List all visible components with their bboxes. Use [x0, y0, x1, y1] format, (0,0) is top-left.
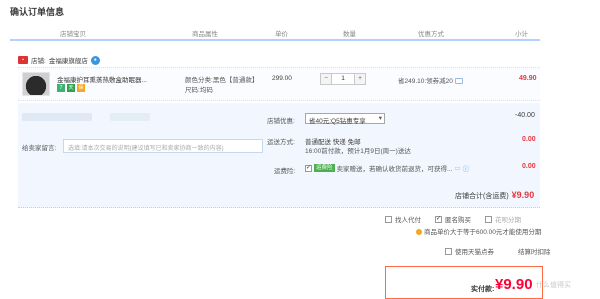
item-subtotal: 49.90 [519, 75, 537, 82]
unit-price: 299.00 [272, 75, 292, 82]
item-thumbnail[interactable] [22, 72, 50, 96]
sku-size: 尺码:均码 [185, 87, 213, 94]
insurance-label: 运费险: [274, 168, 296, 175]
anonymous-option[interactable]: ✓ 匿名购买 [435, 214, 471, 224]
day-badge-icon: 天 [67, 84, 75, 92]
warning-icon [416, 229, 422, 236]
shop-name-link[interactable]: 金福康旗舰店 [49, 55, 88, 65]
memo-input[interactable]: 选填:请本次交易的说明(建议填写已和卖家协商一致的内容) [63, 139, 263, 153]
shop-label: 店铺: [31, 58, 46, 65]
redacted-text [110, 113, 150, 121]
wangwang-icon[interactable]: ● [90, 55, 100, 65]
sku-color: 颜色分类:黑色【普通款】 [185, 77, 259, 84]
insurance-checkbox[interactable]: ✓ [305, 164, 312, 172]
header-price: 单价 [275, 31, 288, 38]
shipping-fee: 0.00 [522, 136, 536, 143]
tmall-points-checkbox[interactable] [445, 247, 452, 255]
redacted-text [22, 113, 92, 121]
shop-total: 店铺合计(含运费) ¥9.90 [455, 190, 535, 200]
seven-day-return-icon: 7 [57, 84, 65, 92]
chat-icon[interactable]: ▭ [454, 164, 460, 172]
header-attributes: 商品属性 [192, 31, 218, 38]
finance-label: 结算时扣除 [518, 249, 551, 256]
item-title-link[interactable]: 金福康护耳熏蒸热敷盒助眠器... [57, 74, 153, 84]
coupon-select[interactable]: 省40元:Q5钻惠专享 [305, 113, 385, 125]
tmall-points-option[interactable]: 使用天猫点券 [445, 246, 494, 256]
coupon-label: 店铺优惠: [267, 118, 295, 125]
installment-option[interactable]: 花呗分期 [485, 214, 521, 224]
insurance-text: 卖家赠送，若确认收货前退货，可获得... [336, 166, 453, 173]
qty-decrement-button[interactable]: − [321, 74, 331, 84]
header-quantity: 数量 [343, 31, 356, 38]
shop-row: ▪ 店铺: 金福康旗舰店 ● [18, 54, 100, 66]
checkout-options: 找人代付 ✓ 匿名购买 花呗分期 [385, 214, 521, 224]
proxy-checkbox[interactable] [385, 215, 392, 223]
installment-checkbox[interactable] [485, 215, 492, 223]
insurance-fee: 0.00 [522, 163, 536, 170]
help-icon[interactable]: ⓘ [463, 163, 470, 173]
header-shop-item: 店铺宝贝 [60, 31, 86, 38]
insurance-row: ✓ 运费险 卖家赠送，若确认收货前退货，可获得... ▭ ⓘ [305, 163, 469, 173]
anonymous-checkbox[interactable]: ✓ [435, 215, 442, 223]
table-header: 店铺宝贝 商品属性 单价 数量 优惠方式 小计 [10, 27, 540, 41]
service-badges: 7 天 保 [57, 84, 85, 92]
memo-label: 给卖家留言: [22, 145, 57, 152]
insurance-tag: 运费险 [314, 164, 335, 172]
shipping-label: 运送方式: [267, 139, 295, 146]
promo-detail-icon[interactable] [454, 78, 463, 85]
qty-input[interactable]: 1 [331, 74, 355, 84]
points-row: 使用天猫点券 结算时扣除 [445, 246, 551, 256]
pay-amount: ¥9.90 [495, 276, 533, 293]
proxy-option[interactable]: 找人代付 [385, 214, 421, 224]
installment-note: 商品单价大于等于600.00元才能使用分期 [416, 226, 541, 236]
shop-logo-icon: ▪ [18, 56, 28, 64]
promo-text: 省249.10:领券减20 [398, 75, 463, 85]
watermark: 什么值得买 [536, 282, 571, 289]
quantity-stepper: − 1 + [320, 73, 366, 85]
page-title: 确认订单信息 [10, 7, 65, 17]
qty-increment-button[interactable]: + [355, 74, 365, 84]
header-subtotal: 小计 [515, 31, 528, 38]
shipping-eta: 16:00前付款，预计1月9日(周一)送达 [305, 148, 411, 155]
pay-label: 实付款: [471, 286, 495, 293]
guarantee-icon: 保 [77, 84, 85, 92]
header-discount: 优惠方式 [418, 31, 444, 38]
coupon-discount: -40.00 [515, 112, 535, 119]
